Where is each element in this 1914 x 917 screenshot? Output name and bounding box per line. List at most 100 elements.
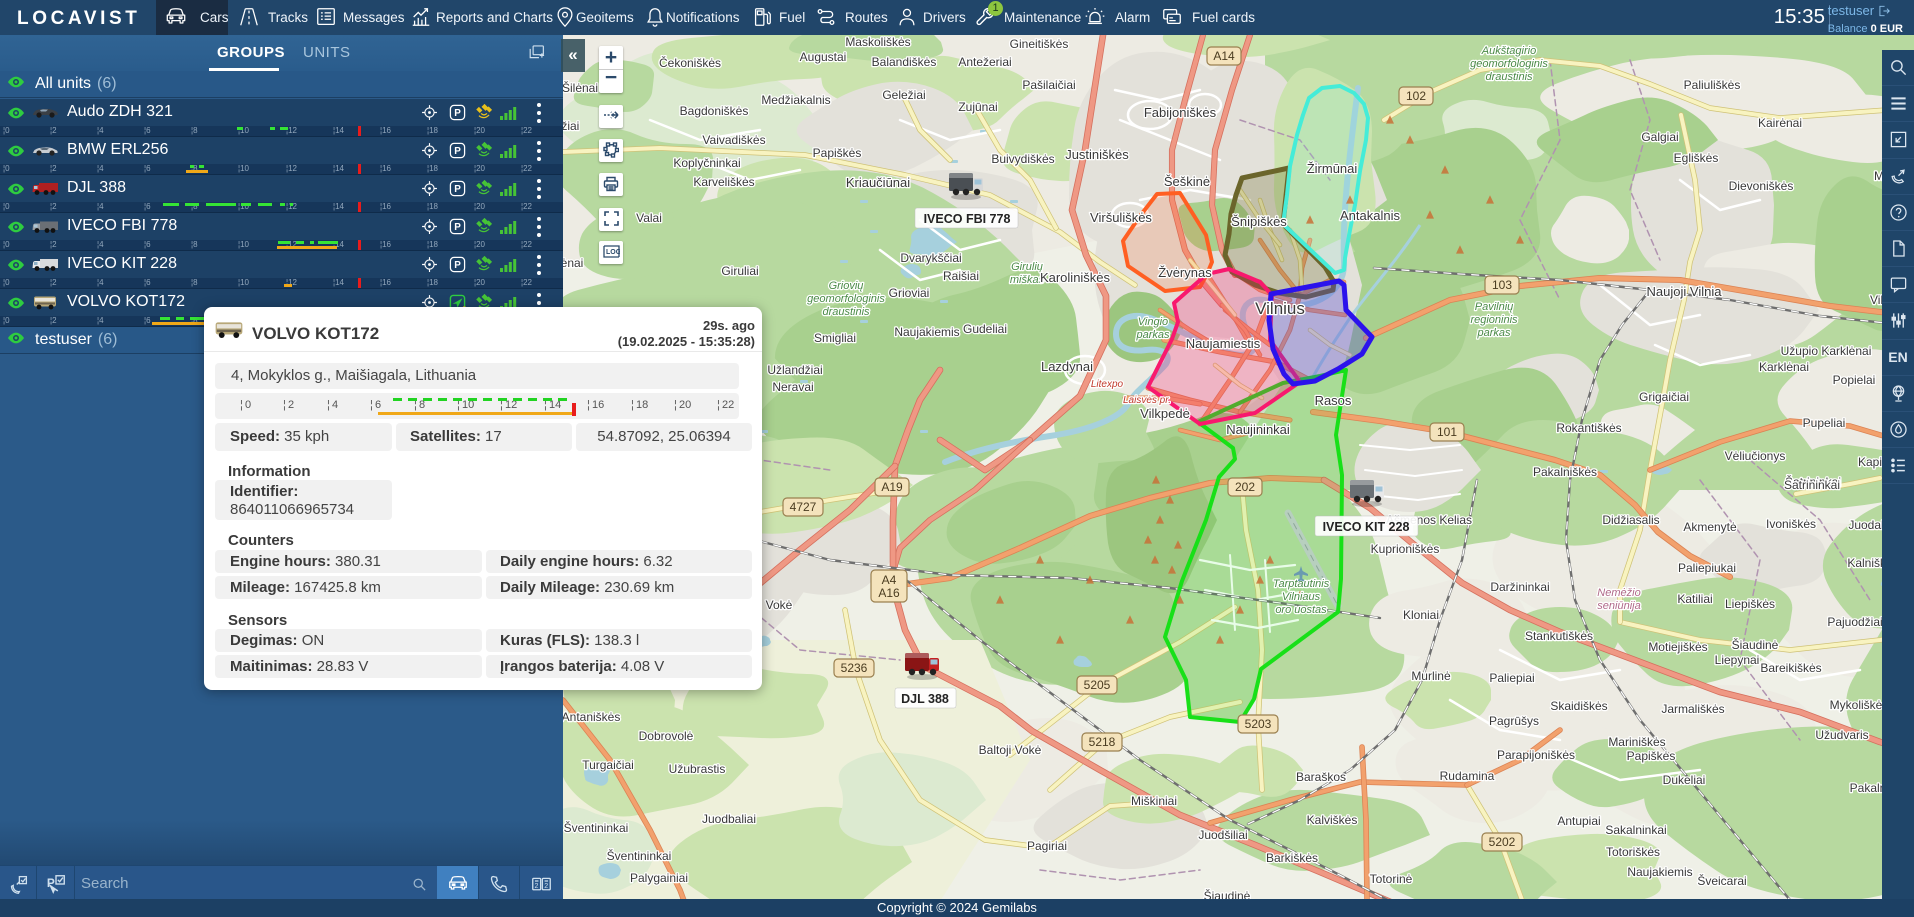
svg-text:parkas: parkas — [1135, 329, 1170, 341]
svg-text:Smigliai: Smigliai — [814, 331, 856, 345]
svg-text:4727: 4727 — [790, 500, 817, 514]
svg-text:A19: A19 — [881, 480, 903, 494]
svg-text:Grigaičiai: Grigaičiai — [1639, 390, 1689, 404]
svg-text:Vėliučionys: Vėliučionys — [1725, 449, 1786, 463]
svg-text:Karveliškės: Karveliškės — [693, 175, 754, 189]
svg-text:oro uostas: oro uostas — [1275, 604, 1327, 616]
svg-text:A14: A14 — [1213, 49, 1235, 63]
svg-text:Barkiškės: Barkiškės — [1266, 851, 1318, 865]
svg-text:draustinis: draustinis — [822, 306, 870, 318]
svg-text:Mariniškės: Mariniškės — [1608, 735, 1665, 749]
svg-text:Juodšiliai: Juodšiliai — [1198, 828, 1247, 842]
svg-text:Kloniai: Kloniai — [1403, 608, 1439, 622]
svg-text:Litexpo: Litexpo — [1091, 379, 1124, 390]
svg-text:Koplyčninkai: Koplyčninkai — [673, 156, 740, 170]
svg-text:A4: A4 — [882, 573, 897, 587]
svg-text:Rokantiškės: Rokantiškės — [1556, 421, 1621, 435]
svg-text:Čekoniškės: Čekoniškės — [659, 55, 721, 70]
svg-text:Vilnius: Vilnius — [1255, 299, 1305, 318]
svg-text:Pagrūšys: Pagrūšys — [1489, 714, 1539, 728]
svg-text:Baltoji Vokė: Baltoji Vokė — [979, 743, 1042, 757]
svg-text:Buivydiškės: Buivydiškės — [991, 152, 1054, 166]
svg-text:Antupiai: Antupiai — [1557, 814, 1600, 828]
svg-text:Galgiai: Galgiai — [1641, 130, 1678, 144]
svg-text:Paliuliškės: Paliuliškės — [1684, 78, 1741, 92]
svg-text:seniūnija: seniūnija — [1597, 600, 1640, 612]
svg-text:Naujoji Vilnia: Naujoji Vilnia — [1647, 284, 1723, 299]
svg-text:Motiejiškės: Motiejiškės — [1648, 640, 1707, 654]
svg-text:Šilėnai: Šilėnai — [563, 80, 598, 95]
svg-text:Satrininkai: Satrininkai — [1784, 478, 1840, 492]
svg-text:5236: 5236 — [841, 661, 868, 675]
svg-text:5202: 5202 — [1489, 835, 1516, 849]
svg-text:Papiškės: Papiškės — [813, 146, 862, 160]
svg-text:džiai: džiai — [563, 119, 579, 133]
svg-text:Liepynai: Liepynai — [1715, 653, 1760, 667]
svg-text:P: P — [454, 146, 461, 157]
svg-text:Užlandžiai: Užlandžiai — [767, 363, 822, 377]
svg-text:Dobrovolė: Dobrovolė — [639, 729, 694, 743]
svg-text:Paliepiukai: Paliepiukai — [1678, 561, 1736, 575]
svg-text:Užupio Karklėnai: Užupio Karklėnai — [1781, 344, 1872, 358]
svg-text:103: 103 — [1492, 278, 1512, 292]
svg-text:Vingio: Vingio — [1138, 316, 1168, 328]
svg-text:Nemėžio: Nemėžio — [1597, 587, 1640, 599]
svg-text:Karoliniškės: Karoliniškės — [1040, 270, 1111, 285]
svg-text:Naujininkai: Naujininkai — [1226, 422, 1290, 437]
svg-text:Pupeliai: Pupeliai — [1803, 416, 1846, 430]
svg-text:Aukštagirio: Aukštagirio — [1481, 45, 1536, 57]
svg-text:Pavilnių: Pavilnių — [1475, 301, 1514, 313]
svg-text:Mykoliškės: Mykoliškės — [1830, 698, 1889, 712]
svg-text:P: P — [454, 108, 461, 119]
svg-text:Dukeliai: Dukeliai — [1663, 773, 1706, 787]
svg-text:Vaivadiškės: Vaivadiškės — [702, 133, 765, 147]
svg-text:Antaniškės: Antaniškės — [563, 710, 620, 724]
svg-text:Justiniškės: Justiniškės — [1065, 147, 1129, 162]
svg-text:IVECO KIT 228: IVECO KIT 228 — [1323, 520, 1410, 534]
svg-text:102: 102 — [1406, 89, 1426, 103]
svg-text:Didžiasalis: Didžiasalis — [1602, 513, 1659, 527]
svg-text:5218: 5218 — [1089, 735, 1116, 749]
svg-text:Antežeriai: Antežeriai — [958, 55, 1011, 69]
svg-text:Parapijoniškės: Parapijoniškės — [1497, 748, 1575, 762]
svg-text:Ivoniškės: Ivoniškės — [1766, 517, 1816, 531]
svg-text:Griovių: Griovių — [829, 280, 864, 292]
svg-text:IVECO FBI 778: IVECO FBI 778 — [924, 212, 1011, 226]
svg-text:Giruliai: Giruliai — [721, 264, 758, 278]
svg-text:Žvėrynas: Žvėrynas — [1158, 265, 1212, 280]
svg-text:Žirmūnai: Žirmūnai — [1307, 161, 1358, 176]
svg-text:vėnai: vėnai — [563, 256, 583, 270]
svg-text:Naujakiemis: Naujakiemis — [1627, 865, 1692, 879]
svg-text:Vilniaus: Vilniaus — [1282, 591, 1321, 603]
svg-text:Šiaudinė: Šiaudinė — [1732, 637, 1779, 652]
svg-text:Raišiai: Raišiai — [943, 269, 979, 283]
svg-text:Palygainiai: Palygainiai — [630, 871, 688, 885]
svg-text:Naujakiemis: Naujakiemis — [894, 325, 959, 339]
svg-text:Miškiniai: Miškiniai — [1131, 794, 1177, 808]
svg-text:Bareikiškės: Bareikiškės — [1760, 661, 1821, 675]
svg-text:Daržininkai: Daržininkai — [1490, 580, 1549, 594]
svg-text:Vilkpedė: Vilkpedė — [1140, 406, 1190, 421]
svg-text:Kuprioniškės: Kuprioniškės — [1371, 542, 1440, 556]
svg-text:Rasos: Rasos — [1315, 393, 1352, 408]
svg-text:DJL 388: DJL 388 — [901, 692, 949, 706]
svg-text:Girulių: Girulių — [1011, 261, 1043, 273]
svg-text:LOG: LOG — [606, 249, 620, 256]
svg-text:Grioviai: Grioviai — [889, 286, 930, 300]
svg-text:draustinis: draustinis — [1485, 71, 1533, 83]
svg-text:5203: 5203 — [1245, 717, 1272, 731]
svg-text:Medžiakalnis: Medžiakalnis — [761, 93, 830, 107]
svg-text:Egliškės: Egliškės — [1674, 151, 1719, 165]
svg-text:regioninis: regioninis — [1470, 314, 1518, 326]
svg-text:P: P — [454, 222, 461, 233]
svg-text:Akmenytė: Akmenytė — [1683, 520, 1737, 534]
svg-text:Jarmališkės: Jarmališkės — [1661, 702, 1724, 716]
svg-text:Turgaičiai: Turgaičiai — [582, 758, 634, 772]
svg-text:2: 2 — [535, 883, 539, 890]
svg-text:Šveicarai: Šveicarai — [1697, 873, 1746, 888]
svg-text:A16: A16 — [878, 586, 900, 600]
svg-text:Pajuodžiai: Pajuodžiai — [1827, 615, 1882, 629]
svg-text:Geležiai: Geležiai — [882, 88, 925, 102]
svg-text:Liepiškės: Liepiškės — [1725, 597, 1775, 611]
svg-text:Laisvės pr.: Laisvės pr. — [1123, 395, 1171, 406]
